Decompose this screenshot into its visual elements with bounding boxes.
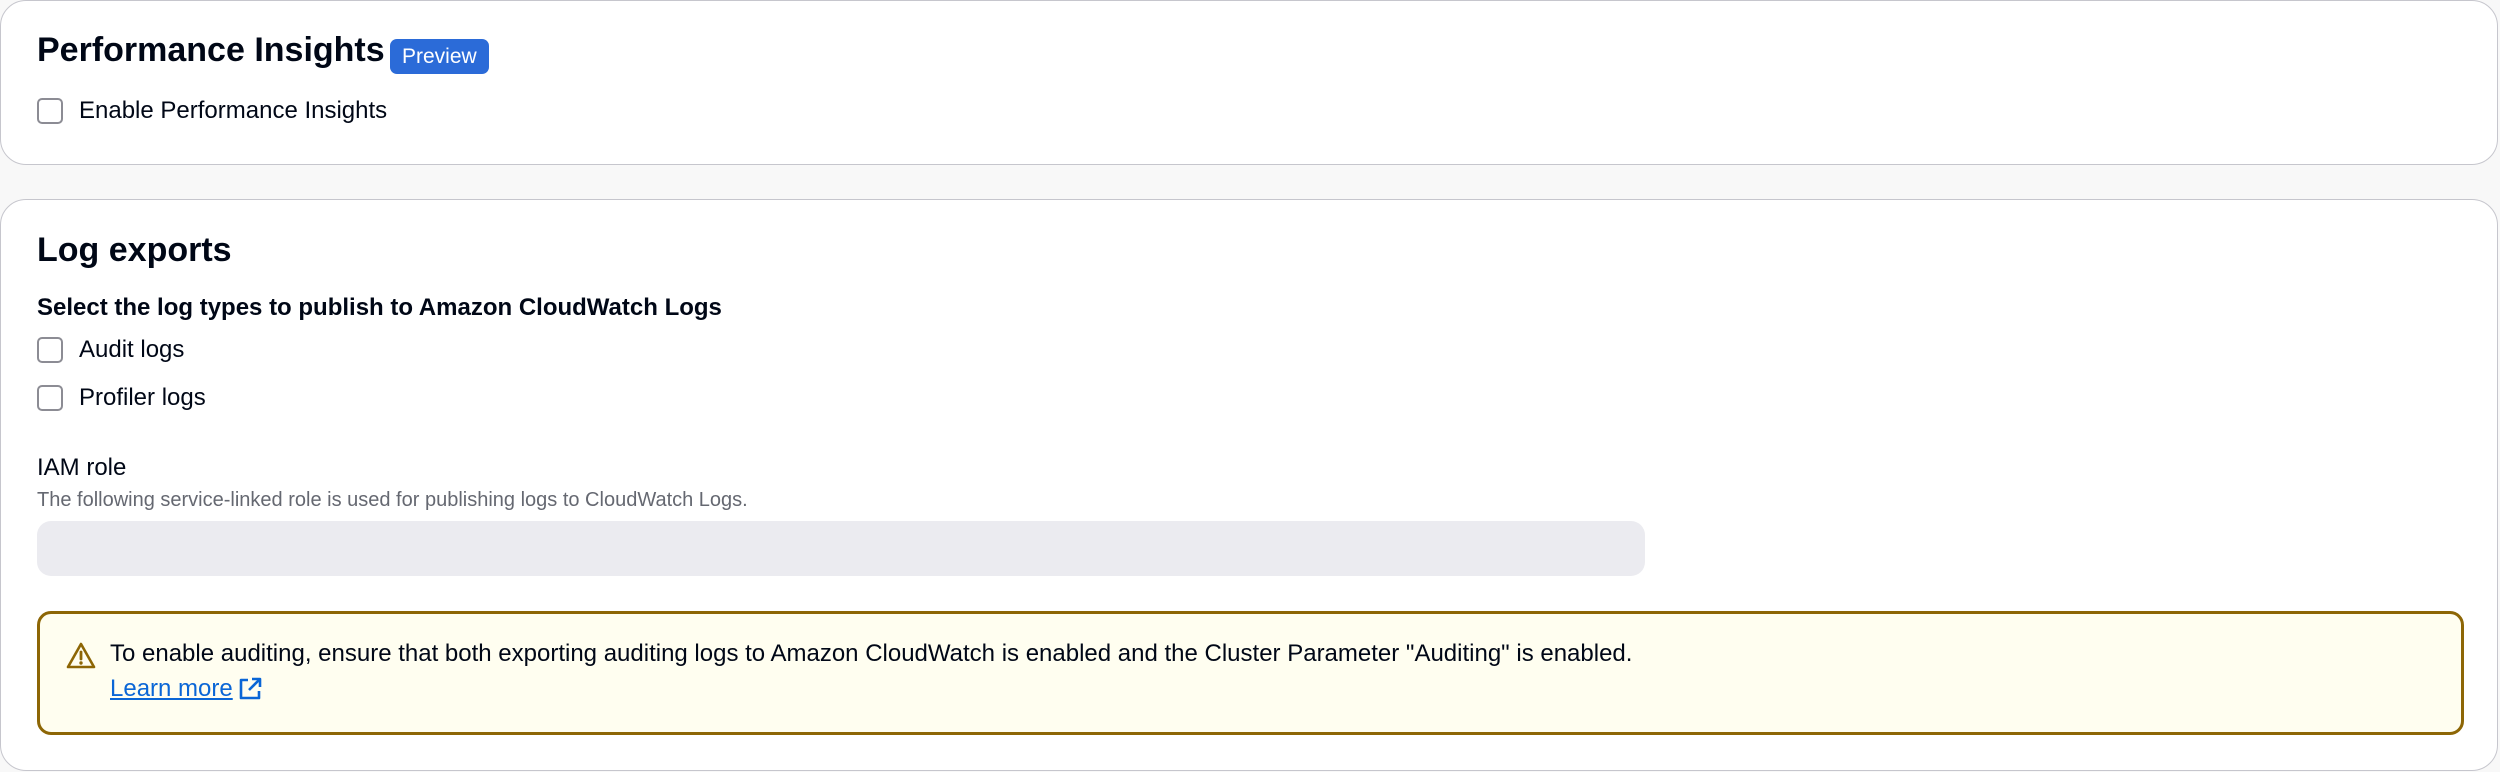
performance-insights-panel: Performance Insights Preview Enable Perf… [0, 0, 2498, 165]
preview-badge: Preview [390, 39, 489, 74]
audit-logs-checkbox-row[interactable]: Audit logs [37, 335, 184, 365]
audit-logs-label: Audit logs [79, 336, 185, 363]
performance-insights-title: Performance Insights [37, 31, 385, 69]
log-types-heading: Select the log types to publish to Amazo… [37, 294, 722, 321]
learn-more-link-text[interactable]: Learn more [110, 675, 233, 703]
iam-role-label: IAM role [37, 454, 127, 481]
iam-role-description: The following service-linked role is use… [37, 489, 748, 511]
profiler-logs-checkbox[interactable] [37, 385, 63, 411]
iam-role-field [37, 521, 1645, 576]
external-link-icon[interactable] [237, 676, 263, 702]
profiler-logs-checkbox-row[interactable]: Profiler logs [37, 383, 206, 413]
enable-performance-insights-checkbox[interactable] [37, 98, 63, 124]
enable-performance-insights-checkbox-row[interactable]: Enable Performance Insights [37, 96, 387, 126]
log-exports-title: Log exports [37, 231, 232, 269]
log-exports-panel: Log exports Select the log types to publ… [0, 199, 2498, 771]
auditing-warning-alert: To enable auditing, ensure that both exp… [37, 611, 2464, 735]
auditing-warning-text: To enable auditing, ensure that both exp… [110, 640, 1633, 667]
profiler-logs-label: Profiler logs [79, 384, 206, 411]
enable-performance-insights-label: Enable Performance Insights [79, 97, 388, 124]
warning-icon [66, 642, 96, 669]
audit-logs-checkbox[interactable] [37, 337, 63, 363]
learn-more-link[interactable]: Learn more [110, 675, 263, 703]
